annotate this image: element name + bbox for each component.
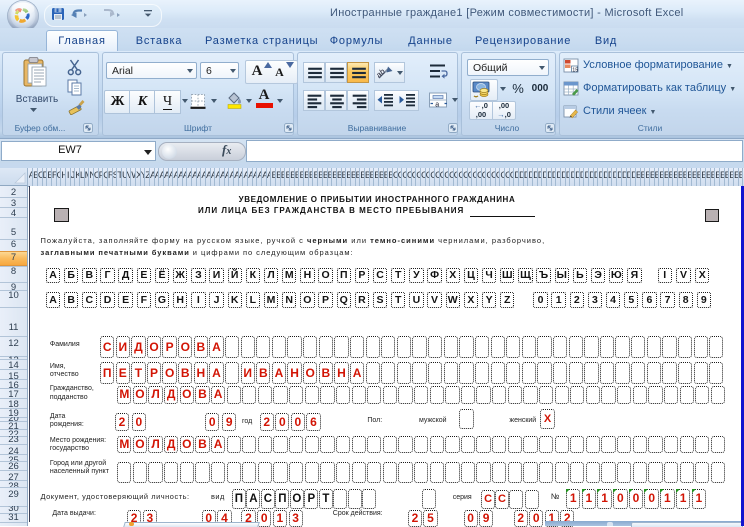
svg-text:a: a [435, 102, 439, 109]
svg-text:15: 15 [572, 67, 578, 73]
svg-text:ab: ab [377, 67, 387, 80]
